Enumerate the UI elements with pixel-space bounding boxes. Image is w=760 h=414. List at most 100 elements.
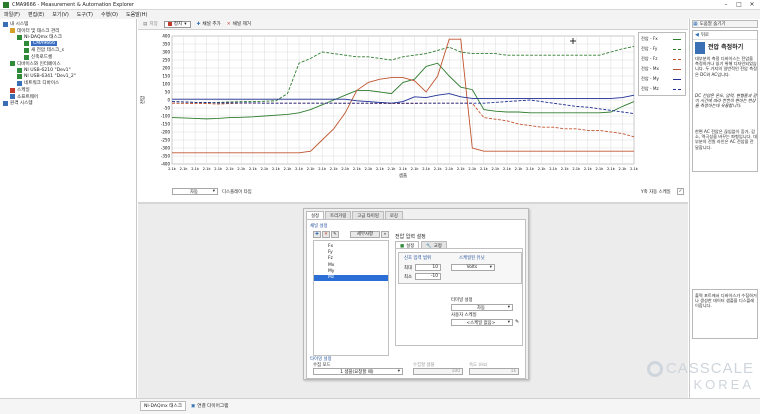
chevron-down-icon: ▾: [397, 369, 400, 374]
help-toggle-button[interactable]: ▦ 도움말 숨기기: [692, 20, 758, 28]
globe-icon: [3, 100, 8, 106]
y-autoscale-label: Y축 자동 스케일: [641, 190, 671, 195]
remove-channel-button[interactable]: ✕ 채널 제거: [227, 21, 251, 28]
menu-file[interactable]: 파일(F): [0, 10, 24, 19]
help-back-button[interactable]: ◀ 뒤로: [693, 31, 757, 40]
tree-item[interactable]: CMA9666: [24, 41, 58, 47]
tab-connection-diagram[interactable]: ▣ 연결 다이어그램: [188, 401, 231, 411]
task-icon: [17, 34, 22, 40]
legend-swatch: [673, 88, 681, 90]
legend-entry[interactable]: 전압 - My: [641, 76, 681, 82]
rate-input[interactable]: 1k: [469, 368, 519, 375]
x-tick-label: 2.1k: [272, 167, 281, 171]
maximize-button[interactable]: □: [733, 1, 745, 8]
channel-list-item[interactable]: My: [314, 269, 388, 275]
run-label: 저장: [149, 22, 158, 27]
channel-list-item[interactable]: Fy: [314, 250, 388, 256]
stop-button[interactable]: 정지 ▾: [163, 20, 191, 28]
legend-entry[interactable]: 전압 - Mz: [641, 86, 681, 92]
tree-item[interactable]: 스케일: [10, 87, 30, 93]
x-tick-label: 2.1k: [434, 167, 443, 171]
task-icon: [24, 47, 29, 53]
menu-bar: 파일(F) 편집(E) 보기(V) 도구(T) 수행(O) 도움말(H): [0, 10, 760, 19]
menu-operate[interactable]: 수행(O): [97, 10, 122, 19]
acq-mode-select[interactable]: 1 샘플(요청할 때) ▾: [313, 368, 403, 375]
tree-item[interactable]: 네트워크 디바이스: [17, 80, 59, 86]
chevron-down-icon: ▾: [507, 320, 510, 325]
close-button[interactable]: ✕: [746, 1, 758, 8]
software-icon: [10, 94, 15, 100]
casscale-logo: CASSCALE KOREA: [646, 360, 754, 392]
expand-icon[interactable]: »: [381, 230, 389, 238]
samples-input[interactable]: 100: [413, 368, 463, 375]
max-input[interactable]: 10: [415, 264, 441, 271]
logo-line1: CASSCALE: [665, 360, 754, 377]
autoscale-select[interactable]: 자동 ▾: [172, 188, 218, 195]
x-tick-label: 2.1k: [411, 167, 420, 171]
tree-item[interactable]: 소프트웨어: [10, 94, 38, 100]
chart-controls: 자동 ▾ 디스플레이 타입 Y축 자동 스케일 ✓: [138, 186, 688, 198]
x-tick-label: 2.1k: [515, 167, 524, 171]
x-tick-label: 2.1k: [295, 167, 304, 171]
run-button[interactable]: ▤ 저장: [143, 21, 158, 28]
tree-item[interactable]: 신축로드셀: [24, 54, 52, 60]
x-tick-label: 2.1k: [584, 167, 593, 171]
voltage-input-title: 전압 입력 설정: [395, 234, 426, 240]
channel-list-item[interactable]: Mz: [314, 275, 388, 281]
scale-edit-icon[interactable]: ✎: [515, 319, 519, 325]
legend-entry[interactable]: 전압 - Fy: [641, 46, 681, 52]
rename-channel-icon[interactable]: ✎: [331, 230, 339, 238]
tree-item[interactable]: 내 시스템: [3, 21, 28, 27]
menu-tools[interactable]: 도구(T): [73, 10, 97, 19]
y-tick-label: -350: [161, 154, 171, 159]
device-icon: [10, 61, 15, 67]
task-settings-panel: 설정 트리거링 고급 타이밍 로깅 채널 설정 ✚ ✕ ✎ 세부사항 » Fx F…: [303, 208, 529, 380]
channel-list-item[interactable]: Fz: [314, 256, 388, 262]
tree-item-label: 새 전압 테스크_s: [31, 48, 64, 54]
min-label: 최소: [404, 275, 413, 280]
x-tick-label: 2.1k: [503, 167, 512, 171]
legend-label: 전압 - Mx: [641, 66, 659, 71]
terminal-config-select[interactable]: 차동 ▾: [451, 304, 513, 311]
menu-help[interactable]: 도움말(H): [122, 10, 151, 19]
legend-entry[interactable]: 전압 - Fx: [641, 36, 681, 42]
channel-list-item[interactable]: Fx: [314, 244, 388, 250]
y-autoscale-checkbox[interactable]: ✓: [677, 188, 684, 195]
tree-item[interactable]: NI USB-6210 "Dev1": [17, 67, 71, 73]
details-button[interactable]: 세부사항: [350, 230, 380, 238]
display-type-label: 디스플레이 타입: [222, 190, 252, 195]
x-tick-label: 2.1k: [388, 167, 397, 171]
x-tick-label: 2.1k: [538, 167, 547, 171]
tree-item[interactable]: NI USB-6341 "Dev1_2": [17, 74, 76, 80]
tree-item[interactable]: 디바이스와 인터페이스: [10, 61, 61, 67]
channel-list-item[interactable]: Mx: [314, 263, 388, 269]
tree-item-label: 신축로드셀: [31, 55, 53, 60]
help-title: 전압 측정하기: [708, 44, 744, 51]
x-tick-label: 2.1k: [561, 167, 570, 171]
settings-tab-body: 채널 설정 ✚ ✕ ✎ 세부사항 » Fx Fy Fz Mx My Mz 전압 입력 설정…: [306, 219, 526, 379]
menu-edit[interactable]: 편집(E): [24, 10, 48, 19]
y-tick-label: -100: [161, 114, 171, 119]
help-pane: ▦ 도움말 숨기기 ◀ 뒤로 전압 측정하기 대부분의 측정 디바이스는 전압을…: [689, 19, 760, 406]
menu-view[interactable]: 보기(V): [48, 10, 73, 19]
min-input[interactable]: -10: [415, 273, 441, 280]
x-tick-label: 2.1k: [572, 167, 581, 171]
tree-item[interactable]: 데이터 및 태스크 관리: [10, 28, 59, 34]
legend-entry[interactable]: 전압 - Mx: [641, 66, 681, 72]
add-channel-label: 채널 추가: [202, 22, 221, 27]
tree-item[interactable]: 원격 시스템: [3, 100, 33, 106]
logo-line2: KOREA: [693, 377, 754, 392]
minimize-button[interactable]: –: [720, 1, 732, 8]
tree-item[interactable]: 새 전압 테스크_s: [24, 47, 64, 53]
tab-daqmx-task[interactable]: NI-DAQmx 태스크: [140, 401, 186, 411]
add-channel-button[interactable]: ✚ 채널 추가: [197, 21, 221, 28]
voltage-chart: -400 -350 -300 -250 -200 -150 -100 -50 0 50 100 150…: [139, 34, 639, 180]
legend-entry[interactable]: 전압 - Fz: [641, 56, 681, 62]
delete-channel-icon[interactable]: ✕: [322, 230, 330, 238]
tree-item[interactable]: NI-DAQmx 태스크: [17, 34, 62, 40]
units-select[interactable]: Volts ▾: [451, 264, 495, 271]
custom-scale-select[interactable]: <스케일 없음> ▾: [451, 319, 513, 326]
help-body-3: 한편 AC 전압은 끊임없이 증가, 감소, 역극성을 바꾸는 파형입니다. 대…: [695, 129, 757, 150]
add-channel-icon[interactable]: ✚: [313, 230, 321, 238]
window-title: CMA9666 - Measurement & Automation Explo…: [12, 2, 134, 8]
